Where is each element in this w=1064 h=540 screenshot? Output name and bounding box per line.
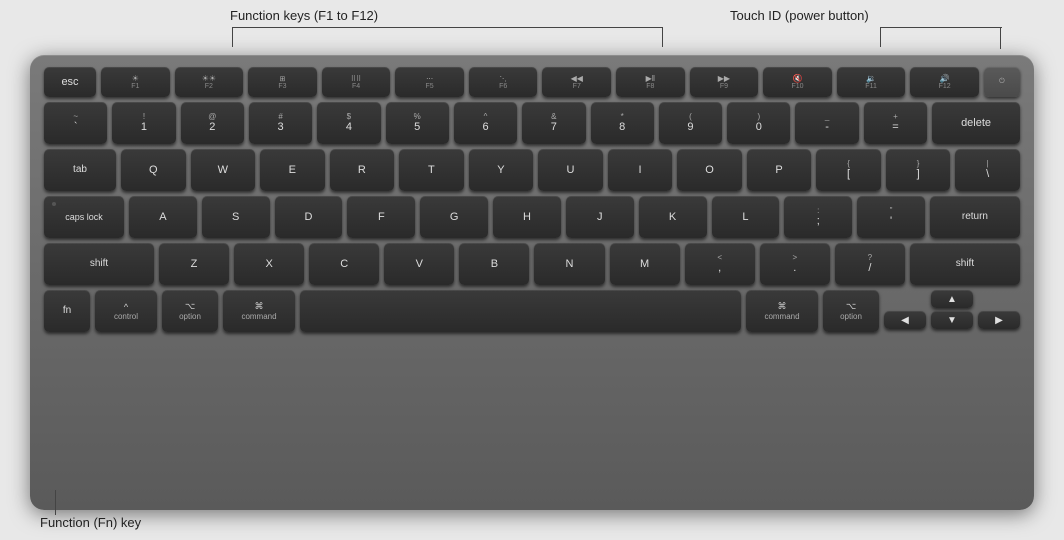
function-keys-label: Function keys (F1 to F12) (230, 8, 378, 23)
key-5[interactable]: % 5 (386, 102, 449, 144)
key-f3[interactable]: ⊞ F3 (248, 67, 317, 97)
key-t[interactable]: T (399, 149, 464, 191)
key-f12[interactable]: 🔊 F12 (910, 67, 979, 97)
key-s[interactable]: S (202, 196, 270, 238)
key-e[interactable]: E (260, 149, 325, 191)
key-f1[interactable]: ☀ F1 (101, 67, 170, 97)
key-3[interactable]: # 3 (249, 102, 312, 144)
key-f[interactable]: F (347, 196, 415, 238)
touch-id-label: Touch ID (power button) (730, 8, 869, 23)
key-caps-lock[interactable]: caps lock (44, 196, 124, 238)
fn-row: esc ☀ F1 ☀☀ F2 ⊞ F3 ⠿⠿ F4 ⋯ F5 (44, 67, 1020, 97)
key-tab[interactable]: tab (44, 149, 116, 191)
key-minus[interactable]: _ - (795, 102, 858, 144)
key-g[interactable]: G (420, 196, 488, 238)
key-slash[interactable]: ? / (835, 243, 905, 285)
key-j[interactable]: J (566, 196, 634, 238)
key-command-right[interactable]: ⌘ command (746, 290, 818, 332)
key-i[interactable]: I (608, 149, 673, 191)
key-z[interactable]: Z (159, 243, 229, 285)
key-c[interactable]: C (309, 243, 379, 285)
key-arrow-up[interactable]: ▲ (931, 290, 973, 308)
key-touch-id[interactable]: ⏻ (984, 67, 1020, 97)
keyboard: esc ☀ F1 ☀☀ F2 ⊞ F3 ⠿⠿ F4 ⋯ F5 (30, 55, 1034, 510)
key-8[interactable]: * 8 (591, 102, 654, 144)
shift-row: shift Z X C V B N M < , > . ? / shift (44, 243, 1020, 285)
key-quote[interactable]: " ' (857, 196, 925, 238)
key-6[interactable]: ^ 6 (454, 102, 517, 144)
key-f10[interactable]: 🔇 F10 (763, 67, 832, 97)
key-command-left[interactable]: ⌘ command (223, 290, 295, 332)
key-v[interactable]: V (384, 243, 454, 285)
key-f6[interactable]: ⋱ F6 (469, 67, 538, 97)
key-equals[interactable]: + = (864, 102, 927, 144)
number-row: ~ ` ! 1 @ 2 # 3 $ 4 % 5 (44, 102, 1020, 144)
key-l[interactable]: L (712, 196, 780, 238)
key-f8[interactable]: ▶‖ F8 (616, 67, 685, 97)
key-p[interactable]: P (747, 149, 812, 191)
key-delete[interactable]: delete (932, 102, 1020, 144)
key-h[interactable]: H (493, 196, 561, 238)
key-arrow-left[interactable]: ◀ (884, 311, 926, 329)
key-fn[interactable]: fn (44, 290, 90, 332)
key-f9[interactable]: ▶▶ F9 (690, 67, 759, 97)
key-close-bracket[interactable]: } ] (886, 149, 951, 191)
key-option-right[interactable]: ⌥ option (823, 290, 879, 332)
key-backtick[interactable]: ~ ` (44, 102, 107, 144)
fn-key-label: Function (Fn) key (40, 515, 141, 530)
key-shift-right[interactable]: shift (910, 243, 1020, 285)
key-f2[interactable]: ☀☀ F2 (175, 67, 244, 97)
key-k[interactable]: K (639, 196, 707, 238)
key-arrow-right[interactable]: ▶ (978, 311, 1020, 329)
key-f7[interactable]: ◀◀ F7 (542, 67, 611, 97)
key-1[interactable]: ! 1 (112, 102, 175, 144)
key-w[interactable]: W (191, 149, 256, 191)
key-7[interactable]: & 7 (522, 102, 585, 144)
key-f11[interactable]: 🔉 F11 (837, 67, 906, 97)
key-shift-left[interactable]: shift (44, 243, 154, 285)
key-x[interactable]: X (234, 243, 304, 285)
key-open-bracket[interactable]: { [ (816, 149, 881, 191)
key-0[interactable]: ) 0 (727, 102, 790, 144)
key-q[interactable]: Q (121, 149, 186, 191)
key-spacebar[interactable] (300, 290, 741, 332)
key-return[interactable]: return (930, 196, 1020, 238)
key-n[interactable]: N (534, 243, 604, 285)
key-arrow-down[interactable]: ▼ (931, 311, 973, 329)
key-esc[interactable]: esc (44, 67, 96, 97)
key-a[interactable]: A (129, 196, 197, 238)
tab-row: tab Q W E R T Y U I O P { [ } ] | \ (44, 149, 1020, 191)
key-option-left[interactable]: ⌥ option (162, 290, 218, 332)
key-control[interactable]: ^ control (95, 290, 157, 332)
key-m[interactable]: M (610, 243, 680, 285)
key-u[interactable]: U (538, 149, 603, 191)
key-d[interactable]: D (275, 196, 343, 238)
key-f5[interactable]: ⋯ F5 (395, 67, 464, 97)
caps-row: caps lock A S D F G H J K L : ; " ' retu… (44, 196, 1020, 238)
key-b[interactable]: B (459, 243, 529, 285)
bottom-row: fn ^ control ⌥ option ⌘ command ⌘ comman… (44, 290, 1020, 332)
key-4[interactable]: $ 4 (317, 102, 380, 144)
key-backslash[interactable]: | \ (955, 149, 1020, 191)
key-f4[interactable]: ⠿⠿ F4 (322, 67, 391, 97)
key-comma[interactable]: < , (685, 243, 755, 285)
key-r[interactable]: R (330, 149, 395, 191)
key-semicolon[interactable]: : ; (784, 196, 852, 238)
key-period[interactable]: > . (760, 243, 830, 285)
key-o[interactable]: O (677, 149, 742, 191)
key-2[interactable]: @ 2 (181, 102, 244, 144)
key-9[interactable]: ( 9 (659, 102, 722, 144)
key-y[interactable]: Y (469, 149, 534, 191)
